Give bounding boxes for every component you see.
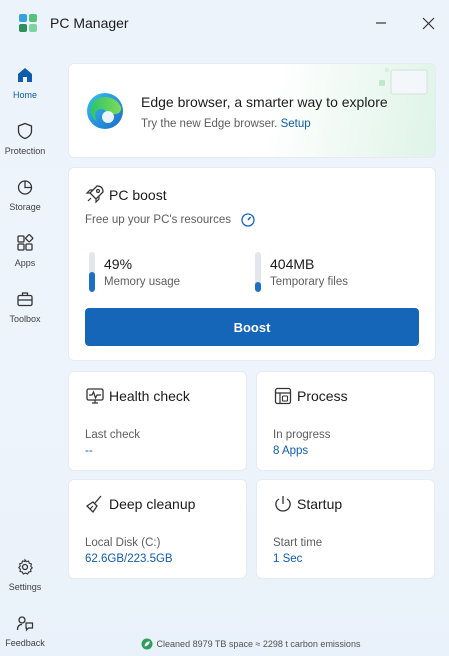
startup-title: Startup <box>297 496 343 512</box>
sidebar-item-label: Storage <box>9 202 41 212</box>
deep-cleanup-title: Deep cleanup <box>109 496 196 512</box>
banner-subtitle: Try the new Edge browser. Setup <box>141 118 311 130</box>
process-tile[interactable]: Process In progress 8 Apps <box>256 371 435 471</box>
sidebar-item-settings[interactable]: Settings <box>0 549 50 597</box>
broom-icon <box>85 495 102 514</box>
sidebar-item-home[interactable]: Home <box>0 57 50 105</box>
sidebar-item-toolbox[interactable]: Toolbox <box>0 281 50 329</box>
memory-label: Memory usage <box>104 276 181 288</box>
boost-subtitle: Free up your PC's resources <box>85 214 232 226</box>
setup-link[interactable]: Setup <box>281 118 311 130</box>
process-label: In progress <box>273 429 331 441</box>
shield-icon <box>15 121 35 141</box>
app-title: PC Manager <box>50 15 129 31</box>
apps-grid-icon <box>15 233 35 253</box>
boost-button[interactable]: Boost <box>85 308 419 346</box>
rocket-icon <box>85 185 104 204</box>
close-button[interactable] <box>417 12 439 34</box>
deep-cleanup-value: 62.6GB/223.5GB <box>85 553 173 565</box>
toolbox-icon <box>15 289 35 309</box>
process-icon <box>274 387 292 405</box>
pc-boost-card: PC boost Free up your PC's resources 49%… <box>68 167 436 361</box>
feedback-icon <box>15 613 35 633</box>
minimize-icon <box>376 22 386 24</box>
health-check-tile[interactable]: Health check Last check -- <box>68 371 247 471</box>
process-value: 8 Apps <box>273 445 309 457</box>
banner-title: Edge browser, a smarter way to explore <box>141 94 388 110</box>
startup-tile[interactable]: Startup Start time 1 Sec <box>256 479 435 579</box>
leaf-icon <box>141 638 153 650</box>
power-icon <box>275 496 291 512</box>
minimize-button[interactable] <box>370 12 392 34</box>
process-title: Process <box>297 388 348 404</box>
deep-cleanup-label: Local Disk (C:) <box>85 537 161 549</box>
footer-status: Cleaned 8979 TB space ≈ 2298 t carbon em… <box>0 637 449 651</box>
memory-meter-fill <box>89 272 95 292</box>
temp-files-value: 404MB <box>270 256 315 272</box>
edge-banner[interactable]: Edge browser, a smarter way to explore T… <box>68 63 436 158</box>
health-check-label: Last check <box>85 429 140 441</box>
health-check-value: -- <box>85 445 93 457</box>
sidebar-item-storage[interactable]: Storage <box>0 169 50 217</box>
laptop-illustration-icon <box>379 68 428 95</box>
gauge-icon[interactable] <box>241 213 255 227</box>
health-monitor-icon <box>86 388 104 404</box>
close-icon <box>422 17 434 29</box>
temp-files-meter-fill <box>255 282 261 292</box>
temp-files-label: Temporary files <box>270 276 348 288</box>
edge-logo-icon <box>87 93 123 129</box>
pie-chart-icon <box>15 177 35 197</box>
sidebar-item-label: Toolbox <box>9 314 41 324</box>
startup-value: 1 Sec <box>273 553 303 565</box>
memory-value: 49% <box>104 256 133 272</box>
temp-files-meter <box>255 252 261 292</box>
sidebar-item-label: Apps <box>14 258 36 268</box>
home-icon <box>15 65 35 85</box>
sidebar-item-protection[interactable]: Protection <box>0 113 50 161</box>
title-bar: PC Manager <box>0 0 449 46</box>
sidebar: Home Protection Storage Apps Toolbox Set… <box>0 55 50 656</box>
gear-icon <box>15 557 35 577</box>
sidebar-item-label: Protection <box>4 146 46 156</box>
sidebar-item-label: Settings <box>8 582 42 592</box>
startup-label: Start time <box>273 537 323 549</box>
memory-meter <box>89 252 95 292</box>
sidebar-item-label: Home <box>12 90 37 100</box>
deep-cleanup-tile[interactable]: Deep cleanup Local Disk (C:) 62.6GB/223.… <box>68 479 247 579</box>
sidebar-item-apps[interactable]: Apps <box>0 225 50 273</box>
app-logo-icon <box>19 14 37 32</box>
banner-subtitle-text: Try the new Edge browser. <box>141 118 278 130</box>
health-check-title: Health check <box>109 388 190 404</box>
footer-text: Cleaned 8979 TB space ≈ 2298 t carbon em… <box>156 639 361 649</box>
boost-title: PC boost <box>109 187 167 203</box>
